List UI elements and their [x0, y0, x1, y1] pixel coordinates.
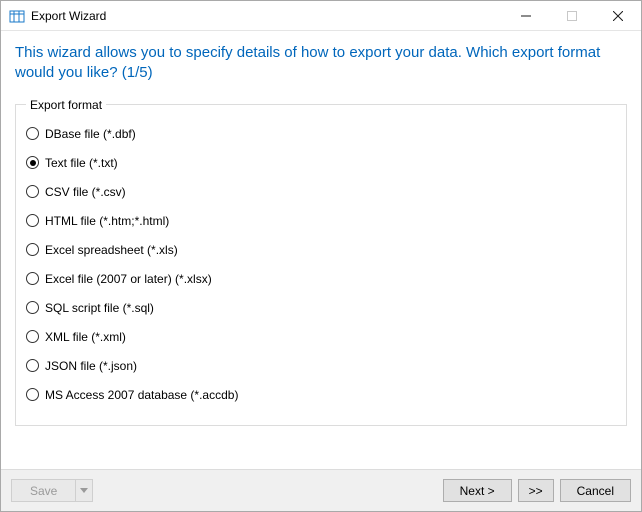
radio-indicator[interactable] [26, 185, 39, 198]
export-format-option-label: DBase file (*.dbf) [45, 127, 136, 141]
window-title: Export Wizard [31, 9, 503, 23]
radio-indicator[interactable] [26, 272, 39, 285]
maximize-button [549, 1, 595, 30]
radio-indicator[interactable] [26, 214, 39, 227]
export-format-option-label: JSON file (*.json) [45, 359, 137, 373]
minimize-button[interactable] [503, 1, 549, 30]
export-format-option-label: Excel file (2007 or later) (*.xlsx) [45, 272, 212, 286]
content-area: This wizard allows you to specify detail… [1, 31, 641, 469]
export-wizard-window: Export Wizard This wizard allows you to … [0, 0, 642, 512]
export-format-option-label: Text file (*.txt) [45, 156, 118, 170]
export-format-legend: Export format [26, 98, 106, 112]
export-format-option-label: XML file (*.xml) [45, 330, 126, 344]
save-split-button: Save [11, 479, 93, 502]
radio-indicator[interactable] [26, 301, 39, 314]
export-format-option[interactable]: Text file (*.txt) [26, 154, 616, 172]
export-format-option-label: Excel spreadsheet (*.xls) [45, 243, 178, 257]
titlebar: Export Wizard [1, 1, 641, 31]
export-format-option[interactable]: JSON file (*.json) [26, 357, 616, 375]
radio-indicator[interactable] [26, 359, 39, 372]
export-format-option[interactable]: Excel file (2007 or later) (*.xlsx) [26, 270, 616, 288]
save-dropdown-button [76, 480, 92, 501]
radio-indicator[interactable] [26, 388, 39, 401]
export-format-option[interactable]: MS Access 2007 database (*.accdb) [26, 386, 616, 404]
export-format-group: Export format DBase file (*.dbf) Text fil… [15, 98, 627, 426]
export-format-option[interactable]: HTML file (*.htm;*.html) [26, 212, 616, 230]
window-controls [503, 1, 641, 30]
cancel-button[interactable]: Cancel [560, 479, 631, 502]
next-button[interactable]: Next > [443, 479, 512, 502]
radio-indicator[interactable] [26, 127, 39, 140]
export-format-option[interactable]: XML file (*.xml) [26, 328, 616, 346]
export-format-option-label: MS Access 2007 database (*.accdb) [45, 388, 238, 402]
export-format-option[interactable]: SQL script file (*.sql) [26, 299, 616, 317]
save-button: Save [12, 480, 76, 501]
export-format-option-label: HTML file (*.htm;*.html) [45, 214, 169, 228]
fast-forward-button[interactable]: >> [518, 479, 554, 502]
export-format-option[interactable]: Excel spreadsheet (*.xls) [26, 241, 616, 259]
wizard-footer: Save Next > >> Cancel [1, 469, 641, 511]
export-format-option-label: SQL script file (*.sql) [45, 301, 154, 315]
export-format-option-label: CSV file (*.csv) [45, 185, 126, 199]
radio-indicator[interactable] [26, 156, 39, 169]
wizard-instruction: This wizard allows you to specify detail… [15, 43, 627, 84]
export-format-option[interactable]: DBase file (*.dbf) [26, 125, 616, 143]
radio-indicator[interactable] [26, 243, 39, 256]
close-button[interactable] [595, 1, 641, 30]
radio-indicator[interactable] [26, 330, 39, 343]
chevron-down-icon [80, 488, 88, 494]
export-wizard-icon [9, 8, 25, 24]
export-format-option[interactable]: CSV file (*.csv) [26, 183, 616, 201]
